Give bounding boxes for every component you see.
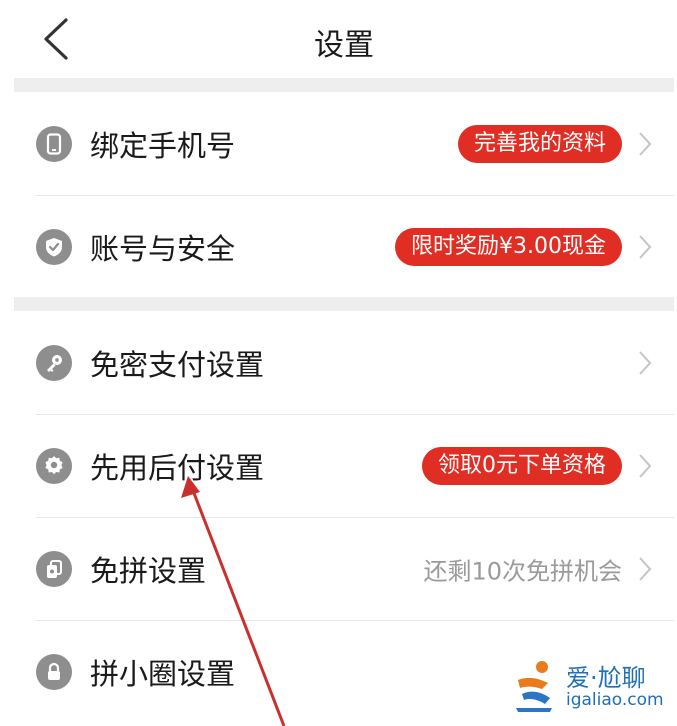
setting-label: 拼小圈设置	[90, 656, 236, 691]
setting-label: 免拼设置	[90, 553, 207, 588]
chevron-right-icon	[638, 453, 652, 479]
chevron-right-icon	[638, 234, 652, 260]
settings-group-account: 绑定手机号 完善我的资料 账号与安全 限时奖励¥3.00现金	[14, 92, 674, 298]
settings-page: 设置 绑定手机号 完善我的资料 账号与安全 限时奖励¥3.00现金 免密支付设置…	[14, 0, 674, 726]
watermark-brand: 爱·尬聊	[566, 664, 646, 692]
shield-icon	[36, 228, 72, 265]
page-title: 设置	[314, 28, 374, 63]
setting-row-pay-later[interactable]: 先用后付设置 领取0元下单资格	[14, 414, 674, 517]
section-divider	[14, 297, 674, 311]
chevron-right-icon	[638, 350, 652, 376]
remaining-hint: 还剩10次免拼机会	[423, 557, 622, 585]
setting-label: 绑定手机号	[90, 128, 236, 163]
key-icon	[36, 344, 72, 381]
promo-badge[interactable]: 限时奖励¥3.00现金	[395, 227, 622, 266]
promo-badge[interactable]: 领取0元下单资格	[422, 446, 622, 485]
setting-label: 先用后付设置	[90, 450, 265, 485]
setting-label: 免密支付设置	[90, 347, 265, 382]
setting-row-bind-phone[interactable]: 绑定手机号 完善我的资料	[14, 92, 674, 195]
chevron-right-icon	[638, 556, 652, 582]
setting-row-password-free-payment[interactable]: 免密支付设置	[14, 311, 674, 414]
lock-icon	[36, 653, 72, 690]
phone-icon	[36, 125, 72, 162]
watermark-logo-icon	[516, 661, 552, 712]
gear-badge-icon	[36, 447, 72, 484]
setting-row-skip-group[interactable]: 免拼设置 还剩10次免拼机会	[14, 517, 674, 620]
top-bar: 设置	[14, 0, 674, 78]
promo-badge[interactable]: 完善我的资料	[457, 124, 622, 163]
card-stack-icon	[36, 550, 72, 587]
watermark: 爱·尬聊 igaliao.com	[512, 654, 672, 720]
setting-label: 账号与安全	[90, 231, 236, 266]
section-divider	[14, 78, 674, 92]
setting-row-account-security[interactable]: 账号与安全 限时奖励¥3.00现金	[14, 195, 674, 298]
chevron-right-icon	[638, 131, 652, 157]
watermark-url: igaliao.com	[566, 690, 664, 710]
